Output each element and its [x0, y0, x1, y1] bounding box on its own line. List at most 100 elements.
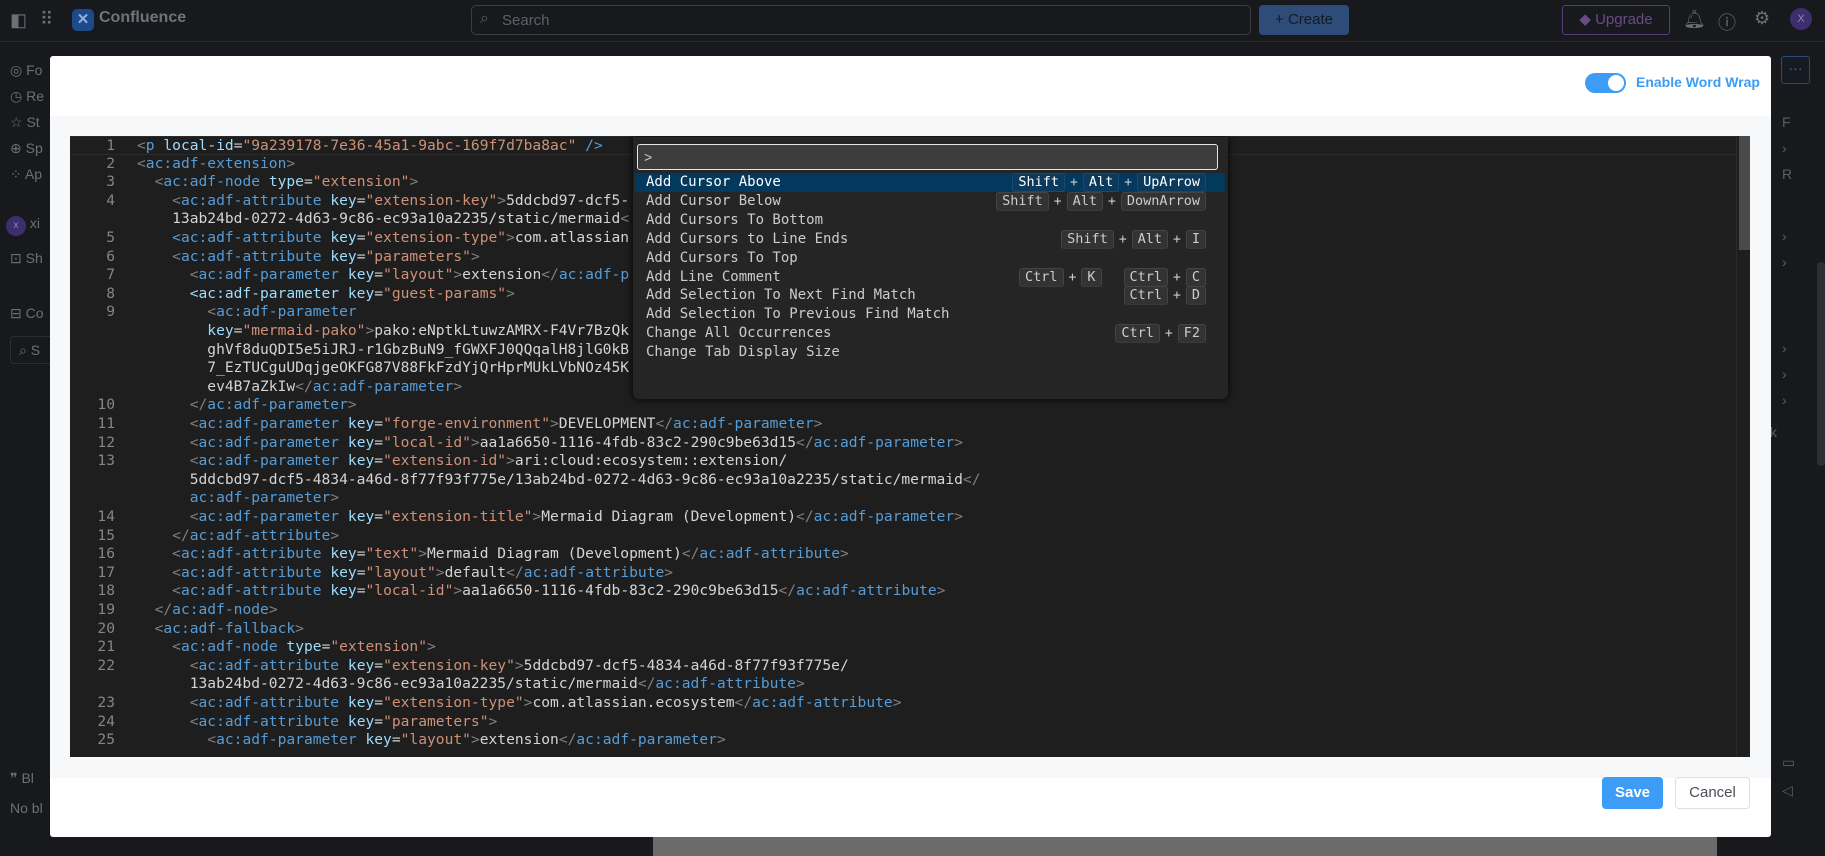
key-cap: Ctrl: [1019, 267, 1064, 287]
keybinding: Ctrl + F2: [1115, 324, 1206, 344]
keybinding: Ctrl + D: [1123, 286, 1206, 306]
cancel-button[interactable]: Cancel: [1675, 777, 1750, 809]
megaphone-icon[interactable]: ◁: [1782, 782, 1793, 799]
line-number: 17: [97, 563, 115, 581]
user-avatar[interactable]: X: [1790, 8, 1812, 30]
code-line[interactable]: 13 <ac:adf-parameter key="extension-id">…: [70, 452, 1750, 471]
code-text: </ac:adf-parameter>: [189, 396, 357, 414]
line-number: 10: [97, 396, 115, 414]
command-palette-input[interactable]: >: [637, 144, 1218, 170]
code-line[interactable]: 11 <ac:adf-parameter key="forge-environm…: [70, 415, 1750, 434]
command-palette-item[interactable]: Add Cursors To Top: [635, 249, 1225, 268]
more-options-button[interactable]: ···: [1781, 56, 1810, 84]
right-panel-item[interactable]: F: [1782, 114, 1791, 130]
chevron-right-icon[interactable]: ›: [1782, 340, 1787, 356]
sidebar-item-recent[interactable]: ◷ Re: [10, 88, 44, 105]
line-number: 16: [97, 545, 115, 563]
command-palette-item[interactable]: Add Cursor Above Shift + Alt + UpArrow: [635, 173, 1225, 192]
code-line[interactable]: 15 </ac:adf-attribute>: [70, 527, 1750, 546]
sidebar-item-for-you[interactable]: ◎ Fo: [10, 62, 42, 79]
line-number: 13: [97, 452, 115, 470]
word-wrap-toggle[interactable]: [1585, 73, 1626, 93]
right-panel-item[interactable]: R: [1782, 166, 1792, 182]
diamond-icon: ◆: [1579, 11, 1596, 28]
chevron-right-icon[interactable]: ›: [1782, 228, 1787, 244]
line-number: 25: [97, 731, 115, 749]
key-cap: Alt: [1066, 191, 1104, 211]
code-line[interactable]: 10 </ac:adf-parameter>: [70, 396, 1750, 415]
key-cap: DownArrow: [1120, 191, 1206, 211]
sidebar-item-spaces[interactable]: ⊕ Sp: [10, 140, 43, 157]
save-button[interactable]: Save: [1602, 777, 1663, 809]
code-line[interactable]: 14 <ac:adf-parameter key="extension-titl…: [70, 508, 1750, 527]
code-text: <ac:adf-parameter key="layout">extension…: [189, 266, 630, 284]
sidebar-item-starred[interactable]: ☆ St: [10, 114, 40, 131]
confluence-logo-icon[interactable]: ✕: [72, 9, 94, 31]
sidebar-item-apps[interactable]: ⁘ Ap: [10, 166, 42, 183]
video-icon[interactable]: ▭: [1782, 754, 1795, 771]
editor-scrollbar[interactable]: [1736, 136, 1750, 757]
notifications-bell-icon[interactable]: 🔔︎: [1683, 9, 1706, 30]
command-palette-item[interactable]: Add Cursor Below Shift + Alt + DownArrow: [635, 191, 1225, 211]
code-text: ac:adf-parameter>: [189, 489, 340, 507]
code-line[interactable]: 24 <ac:adf-attribute key="parameters">: [70, 713, 1750, 732]
search-input[interactable]: ⌕ Search: [471, 5, 1251, 35]
space-item[interactable]: x xi: [6, 215, 40, 236]
sidebar-item-shortcut[interactable]: ⊡ Sh: [10, 250, 43, 267]
chevron-right-icon[interactable]: ›: [1782, 392, 1787, 408]
code-text: <ac:adf-attribute key="extension-key">5d…: [189, 656, 849, 674]
code-line[interactable]: 23 <ac:adf-attribute key="extension-type…: [70, 694, 1750, 713]
line-number: 7: [106, 266, 115, 284]
code-editor[interactable]: 1 <p local-id="9a239178-7e36-45a1-9abc-16…: [70, 136, 1750, 757]
code-line[interactable]: 5ddcbd97-dcf5-4834-a46d-8f77f93f775e/13a…: [70, 471, 1750, 490]
code-line[interactable]: 20 <ac:adf-fallback>: [70, 620, 1750, 639]
settings-gear-icon[interactable]: ⚙: [1754, 8, 1770, 29]
app-switcher-icon[interactable]: ⠿: [40, 9, 53, 30]
line-number: 24: [97, 712, 115, 730]
chevron-right-icon[interactable]: ›: [1782, 140, 1787, 156]
search-icon: ⌕: [480, 10, 489, 27]
sidebar-item-content[interactable]: ⊟ Co: [10, 305, 44, 322]
command-palette-item[interactable]: Add Cursors To Bottom: [635, 211, 1225, 230]
page-scrollbar[interactable]: [1817, 262, 1825, 466]
keybinding: Ctrl + K Ctrl + C: [1019, 267, 1206, 287]
line-number: 5: [106, 229, 115, 246]
sidebar-toggle-icon[interactable]: ◧: [10, 10, 27, 31]
command-palette-item[interactable]: Add Selection To Previous Find Match: [635, 305, 1225, 324]
code-line[interactable]: 18 <ac:adf-attribute key="local-id">aa1a…: [70, 582, 1750, 601]
code-text: ev4B7aZkIw</ac:adf-parameter>: [137, 377, 463, 395]
code-line[interactable]: 17 <ac:adf-attribute key="layout">defaul…: [70, 564, 1750, 583]
key-cap: Shift: [1012, 173, 1066, 192]
key-cap: Ctrl: [1123, 267, 1169, 287]
app-name[interactable]: Confluence: [99, 9, 186, 27]
upgrade-button[interactable]: ◆ Upgrade: [1562, 5, 1670, 35]
command-palette-item[interactable]: Add Selection To Next Find Match Ctrl + D: [635, 286, 1225, 306]
command-palette-item[interactable]: Change All Occurrences Ctrl + F2: [635, 324, 1225, 344]
command-palette-item[interactable]: Add Cursors to Line Ends Shift + Alt + I: [635, 229, 1225, 249]
word-wrap-label[interactable]: Enable Word Wrap: [1636, 74, 1760, 90]
sidebar-item-blog[interactable]: ❞ Bl: [10, 770, 34, 787]
editor-scrollbar-thumb[interactable]: [1739, 136, 1750, 250]
code-line[interactable]: ac:adf-parameter>: [70, 489, 1750, 508]
code-line[interactable]: 19 </ac:adf-node>: [70, 601, 1750, 620]
command-label: Add Line Comment: [646, 268, 781, 285]
code-text: <ac:adf-attribute key="parameters">: [172, 247, 480, 265]
command-label: Add Cursor Above: [646, 174, 781, 190]
code-line[interactable]: 21 <ac:adf-node type="extension">: [70, 638, 1750, 657]
create-button[interactable]: + Create: [1259, 5, 1349, 35]
code-text: <ac:adf-attribute key="parameters">: [189, 712, 498, 730]
code-line[interactable]: 22 <ac:adf-attribute key="extension-key"…: [70, 657, 1750, 676]
code-line[interactable]: 13ab24bd-0272-4d63-9c86-ec93a10a2235/sta…: [70, 675, 1750, 694]
code-text: 13ab24bd-0272-4d63-9c86-ec93a10a2235/sta…: [137, 210, 630, 228]
command-palette-item[interactable]: Change Tab Display Size: [635, 343, 1225, 362]
line-number: 19: [97, 601, 115, 618]
code-line[interactable]: 12 <ac:adf-parameter key="local-id">aa1a…: [70, 434, 1750, 453]
sidebar-item-label: Sh: [25, 250, 43, 266]
code-text: <ac:adf-attribute key="local-id">aa1a665…: [172, 582, 946, 600]
help-icon[interactable]: ⓘ: [1718, 9, 1736, 35]
code-line[interactable]: 25 <ac:adf-parameter key="layout">extens…: [70, 731, 1750, 750]
command-palette-item[interactable]: Add Line Comment Ctrl + K Ctrl + C: [635, 267, 1225, 287]
code-line[interactable]: 16 <ac:adf-attribute key="text">Mermaid …: [70, 545, 1750, 564]
chevron-right-icon[interactable]: ›: [1782, 366, 1787, 382]
chevron-right-icon[interactable]: ›: [1782, 254, 1787, 270]
